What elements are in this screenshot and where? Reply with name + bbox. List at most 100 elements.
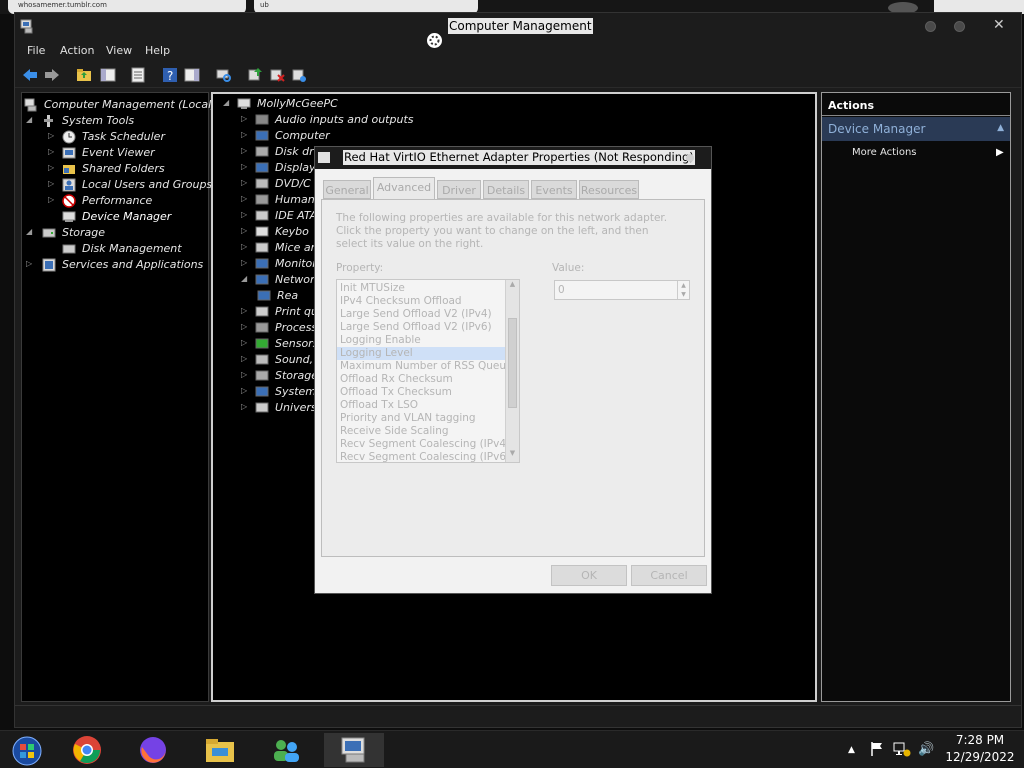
spin-up-icon[interactable]: ▲ (678, 281, 689, 290)
more-actions-link[interactable]: More Actions (852, 147, 917, 158)
chevron-right-icon[interactable]: ▷ (241, 338, 247, 347)
property-item[interactable]: Recv Segment Coalescing (IPv6) (340, 451, 510, 462)
update-driver-icon[interactable] (246, 66, 264, 84)
help-icon[interactable]: ? (161, 66, 179, 84)
property-item[interactable]: Logging Level (337, 347, 505, 360)
clock-date[interactable]: 12/29/2022 (942, 750, 1018, 764)
action-pane-icon[interactable] (183, 66, 201, 84)
property-item[interactable]: IPv4 Checksum Offload (340, 295, 462, 308)
chevron-right-icon[interactable]: ▷ (241, 386, 247, 395)
scroll-up-icon[interactable]: ▲ (507, 280, 518, 293)
chevron-down-icon[interactable]: ◢ (26, 227, 32, 236)
chevron-right-icon[interactable]: ▷ (241, 194, 247, 203)
taskbar-people[interactable] (256, 733, 316, 767)
chevron-right-icon[interactable]: ▷ (48, 179, 54, 188)
show-hide-tree-icon[interactable] (99, 66, 117, 84)
minimize-button[interactable] (925, 21, 936, 32)
chevron-right-icon[interactable]: ▷ (241, 226, 247, 235)
property-list-scrollbar[interactable]: ▲ ▼ (505, 280, 519, 462)
property-item[interactable]: Maximum Number of RSS Queues (340, 360, 518, 373)
chevron-right-icon[interactable]: ▷ (241, 258, 247, 267)
tab-events[interactable]: Events (531, 180, 577, 199)
chevron-right-icon[interactable]: ▷ (241, 178, 247, 187)
property-item[interactable]: Large Send Offload V2 (IPv6) (340, 321, 492, 334)
spin-down-icon[interactable]: ▼ (678, 290, 689, 299)
chevron-down-icon[interactable]: ◢ (26, 115, 32, 124)
chevron-right-icon[interactable]: ▷ (48, 195, 54, 204)
close-button[interactable]: ✕ (993, 17, 1005, 33)
property-item[interactable]: Recv Segment Coalescing (IPv4) (340, 438, 510, 451)
enable-device-icon[interactable] (290, 66, 308, 84)
uninstall-device-icon[interactable] (268, 66, 286, 84)
flag-icon[interactable] (870, 741, 884, 757)
property-item[interactable]: Init MTUSize (340, 282, 405, 295)
chevron-right-icon[interactable]: ▷ (241, 210, 247, 219)
tab-driver[interactable]: Driver (437, 180, 481, 199)
chevron-right-icon[interactable]: ▷ (241, 306, 247, 315)
property-item[interactable]: Receive Side Scaling (340, 425, 449, 438)
volume-icon[interactable]: 🔊 (918, 742, 934, 757)
property-item[interactable]: Priority and VLAN tagging (340, 412, 476, 425)
chevron-right-icon[interactable]: ▷ (26, 259, 32, 268)
chevron-right-icon[interactable]: ▷ (241, 402, 247, 411)
dialog-titlebar[interactable]: Red Hat VirtIO Ethernet Adapter Properti… (315, 147, 711, 169)
property-list[interactable]: Init MTUSize IPv4 Checksum Offload Large S… (336, 279, 520, 463)
chevron-right-icon[interactable]: ▷ (241, 354, 247, 363)
properties-icon[interactable] (129, 66, 147, 84)
chevron-right-icon[interactable]: ▷ (48, 147, 54, 156)
chevron-right-icon[interactable]: ▷ (241, 146, 247, 155)
device-category-label: Print qu (275, 305, 318, 318)
scroll-down-icon[interactable]: ▼ (507, 449, 518, 462)
toolbar: ? (15, 62, 1021, 88)
menu-view[interactable]: View (106, 44, 132, 57)
scrollbar-thumb[interactable] (508, 318, 517, 408)
show-hidden-icons-icon[interactable]: ▲ (848, 745, 855, 755)
collapse-icon[interactable]: ▲ (997, 123, 1004, 133)
start-button[interactable] (0, 733, 60, 767)
network-icon[interactable] (893, 741, 911, 757)
value-spinner-field[interactable]: 0 ▲ ▼ (554, 280, 690, 300)
chevron-down-icon[interactable]: ◢ (223, 98, 229, 107)
spinner-buttons[interactable]: ▲ ▼ (677, 281, 689, 299)
forward-arrow-icon[interactable] (43, 66, 61, 84)
property-item[interactable]: Offload Rx Checksum (340, 373, 453, 386)
taskbar-chrome[interactable] (58, 733, 118, 767)
chevron-right-icon[interactable]: ▷ (48, 163, 54, 172)
property-item[interactable]: Large Send Offload V2 (IPv4) (340, 308, 492, 321)
dialog-close-button[interactable] (686, 154, 694, 162)
folder-up-icon[interactable] (75, 66, 93, 84)
property-item[interactable]: Offload Tx Checksum (340, 386, 452, 399)
tab-general[interactable]: General (323, 180, 371, 199)
device-category-icon (255, 322, 269, 333)
ok-button[interactable]: OK (551, 565, 627, 586)
chevron-right-icon[interactable]: ▷ (241, 114, 247, 123)
window-titlebar[interactable]: Computer Management ✕ (15, 13, 1021, 41)
clock-time[interactable]: 7:28 PM (952, 733, 1008, 747)
chevron-right-icon[interactable]: ▷ (241, 242, 247, 251)
scan-hardware-icon[interactable] (215, 66, 233, 84)
menu-help[interactable]: Help (145, 44, 170, 57)
tab-details[interactable]: Details (483, 180, 529, 199)
maximize-button[interactable] (954, 21, 965, 32)
taskbar-computer-management[interactable] (324, 733, 384, 767)
chevron-down-icon[interactable]: ◢ (241, 274, 247, 283)
menu-file[interactable]: File (27, 44, 45, 57)
actions-header: Actions (828, 99, 874, 112)
cancel-button[interactable]: Cancel (631, 565, 707, 586)
menu-action[interactable]: Action (60, 44, 94, 57)
tab-advanced[interactable]: Advanced (373, 177, 435, 199)
tab-resources[interactable]: Resources (579, 180, 639, 199)
taskbar-file-explorer[interactable] (190, 733, 250, 767)
property-item[interactable]: Logging Enable (340, 334, 421, 347)
chevron-right-icon[interactable]: ▶ (996, 147, 1004, 158)
property-item[interactable]: Offload Tx LSO (340, 399, 418, 412)
chevron-right-icon[interactable]: ▷ (241, 370, 247, 379)
actions-section-device-manager[interactable]: Device Manager ▲ (822, 117, 1010, 141)
back-arrow-icon[interactable] (21, 66, 39, 84)
value-label: Value: (552, 262, 585, 274)
chevron-right-icon[interactable]: ▷ (241, 162, 247, 171)
chevron-right-icon[interactable]: ▷ (241, 322, 247, 331)
chevron-right-icon[interactable]: ▷ (241, 130, 247, 139)
taskbar-firefox[interactable] (124, 733, 184, 767)
chevron-right-icon[interactable]: ▷ (48, 131, 54, 140)
